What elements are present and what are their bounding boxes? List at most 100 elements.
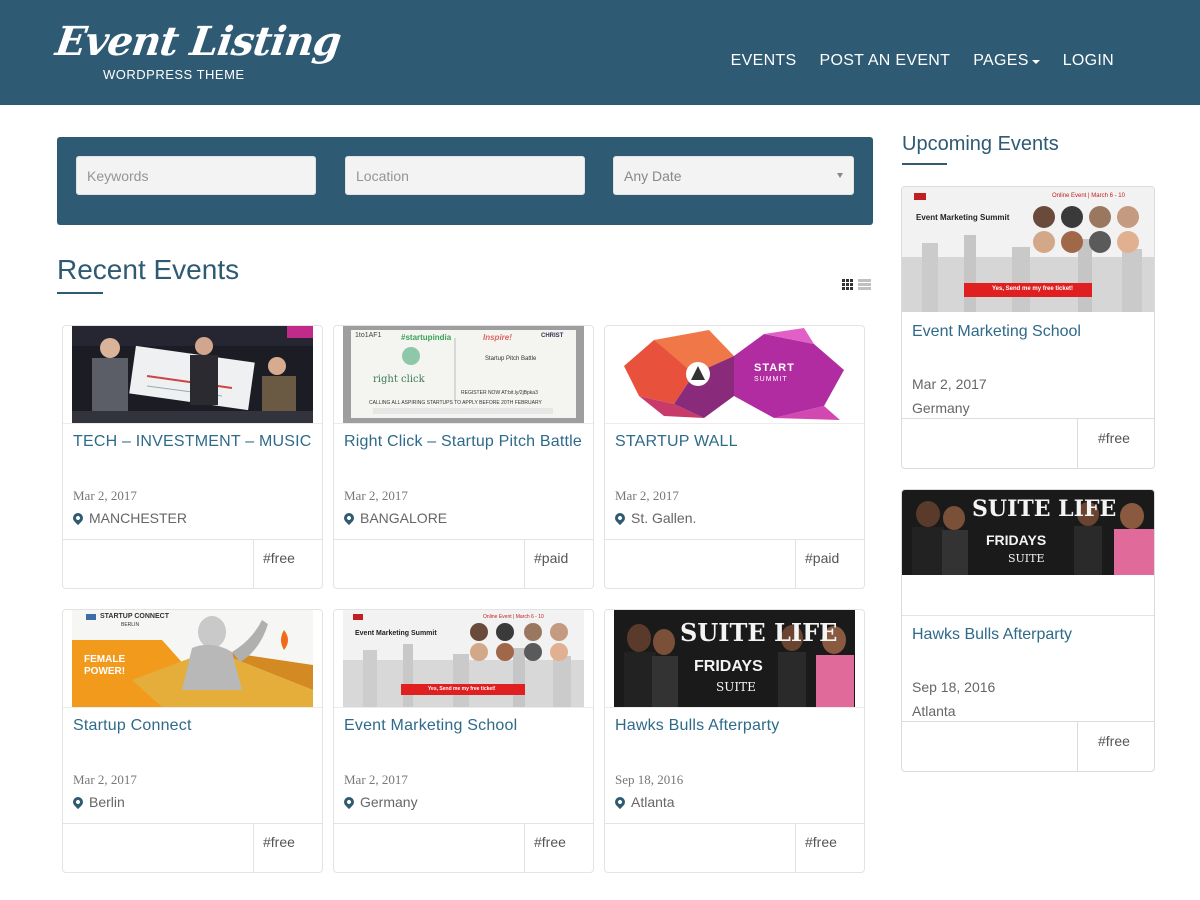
event-location-text: Berlin bbox=[89, 794, 125, 810]
upcoming-event-location: Atlanta bbox=[912, 703, 956, 719]
event-title[interactable]: Event Marketing School bbox=[344, 716, 584, 735]
nav-events[interactable]: EVENTS bbox=[731, 52, 797, 70]
map-pin-icon bbox=[70, 510, 86, 526]
event-footer: #paid bbox=[605, 539, 864, 588]
nav-login[interactable]: LOGIN bbox=[1063, 52, 1114, 70]
event-location: St. Gallen. bbox=[612, 510, 697, 526]
grid-view-icon[interactable] bbox=[842, 279, 855, 290]
image-text: START bbox=[754, 362, 795, 374]
image-text: REGISTER NOW AT:bit.ly/2jBpka3 bbox=[461, 390, 538, 396]
upcoming-event-image: SUITE LIFE FRIDAYS SUITE bbox=[902, 490, 1154, 575]
event-location-text: MANCHESTER bbox=[89, 510, 188, 526]
dropdown-arrow-icon bbox=[837, 173, 843, 178]
image-text: BERLIN bbox=[121, 622, 140, 628]
event-tag[interactable]: #paid bbox=[795, 540, 864, 588]
upcoming-event-title[interactable]: Event Marketing School bbox=[912, 323, 1081, 341]
upcoming-event-date: Mar 2, 2017 bbox=[912, 376, 987, 392]
event-location-text: Atlanta bbox=[631, 794, 675, 810]
event-title[interactable]: Startup Connect bbox=[73, 716, 313, 735]
image-text: Yes, Send me my free ticket! bbox=[428, 686, 496, 692]
event-tag[interactable]: #paid bbox=[524, 540, 593, 588]
image-text: POWER! bbox=[84, 666, 126, 677]
image-text: Online Event | March 6 - 10 bbox=[1052, 193, 1125, 199]
event-location-text: St. Gallen. bbox=[631, 510, 697, 526]
event-location: Berlin bbox=[70, 794, 125, 810]
main-nav: EVENTS POST AN EVENT PAGES LOGIN bbox=[731, 52, 1114, 70]
event-location-text: BANGALORE bbox=[360, 510, 448, 526]
upcoming-event-location: Germany bbox=[912, 400, 970, 416]
event-location: BANGALORE bbox=[341, 510, 448, 526]
event-footer: #free bbox=[63, 539, 322, 588]
image-text: Startup Pitch Battle bbox=[485, 356, 537, 362]
event-card[interactable]: STARTUP CONNECT BERLIN FEMALE POWER! Sta… bbox=[62, 609, 323, 873]
caret-down-icon bbox=[1031, 60, 1040, 64]
nav-pages[interactable]: PAGES bbox=[973, 52, 1040, 70]
event-tag[interactable]: #free bbox=[253, 540, 322, 588]
event-tag[interactable]: #free bbox=[253, 824, 322, 872]
event-title[interactable]: Hawks Bulls Afterparty bbox=[615, 716, 855, 735]
map-pin-icon bbox=[612, 794, 628, 810]
list-view-icon[interactable] bbox=[858, 279, 871, 290]
date-select[interactable]: Any Date bbox=[613, 156, 854, 195]
event-tag[interactable]: #free bbox=[524, 824, 593, 872]
image-text: STARTUP CONNECT bbox=[100, 613, 169, 620]
image-text: Event Marketing Summit bbox=[355, 630, 437, 637]
image-text: Online Event | March 6 - 10 bbox=[483, 614, 544, 620]
image-text: FEMALE bbox=[84, 654, 126, 665]
event-footer: #free bbox=[605, 823, 864, 872]
view-toggle bbox=[842, 279, 871, 290]
image-text: #startupindia bbox=[401, 333, 452, 342]
event-card[interactable]: START SUMMIT STARTUP WALL Mar 2, 2017 St… bbox=[604, 325, 865, 589]
upcoming-event-card[interactable]: SUITE LIFE FRIDAYS SUITE Hawks Bulls Aft… bbox=[901, 489, 1155, 772]
map-pin-icon bbox=[341, 510, 357, 526]
search-panel: Any Date bbox=[57, 137, 873, 225]
upcoming-event-tag[interactable]: #free bbox=[1077, 419, 1154, 468]
site-logo[interactable]: Event Listing WORDPRESS THEME bbox=[53, 18, 344, 88]
date-select-value: Any Date bbox=[624, 167, 682, 184]
event-date: Mar 2, 2017 bbox=[344, 488, 408, 503]
image-text: CHRIST bbox=[541, 333, 564, 339]
event-card[interactable]: SUITE LIFE FRIDAYS SUITE Hawks Bulls Aft… bbox=[604, 609, 865, 873]
keywords-input[interactable] bbox=[76, 156, 316, 195]
event-footer: #free bbox=[334, 823, 593, 872]
upcoming-event-card[interactable]: Event Marketing Summit Online Event | Ma… bbox=[901, 186, 1155, 469]
upcoming-event-tag[interactable]: #free bbox=[1077, 722, 1154, 771]
nav-pages-label: PAGES bbox=[973, 52, 1029, 69]
event-image: 1to1AF1 #startupindia Inspire! CHRIST ri… bbox=[343, 326, 584, 423]
event-title[interactable]: STARTUP WALL bbox=[615, 432, 855, 451]
event-card[interactable]: TECH – INVESTMENT – MUSIC Mar 2, 2017 MA… bbox=[62, 325, 323, 589]
image-text: 1to1AF1 bbox=[355, 332, 382, 339]
event-date: Mar 2, 2017 bbox=[73, 772, 137, 787]
event-image: SUITE LIFE FRIDAYS SUITE bbox=[614, 610, 855, 707]
image-text: right click bbox=[373, 374, 425, 385]
event-image: START SUMMIT bbox=[614, 326, 855, 423]
site-header: Event Listing WORDPRESS THEME EVENTS POS… bbox=[0, 0, 1200, 105]
event-card[interactable]: 1to1AF1 #startupindia Inspire! CHRIST ri… bbox=[333, 325, 594, 589]
event-date: Mar 2, 2017 bbox=[344, 772, 408, 787]
event-date: Mar 2, 2017 bbox=[73, 488, 137, 503]
divider bbox=[902, 615, 1154, 616]
event-footer: #free bbox=[63, 823, 322, 872]
location-input[interactable] bbox=[345, 156, 585, 195]
event-date: Sep 18, 2016 bbox=[615, 772, 684, 787]
image-text: CALLING ALL ASPIRING STARTUPS TO APPLY B… bbox=[369, 400, 542, 406]
event-date: Mar 2, 2017 bbox=[615, 488, 679, 503]
event-title[interactable]: Right Click – Startup Pitch Battle bbox=[344, 432, 584, 451]
sidebar-title-underline bbox=[902, 163, 947, 165]
event-title[interactable]: TECH – INVESTMENT – MUSIC bbox=[73, 432, 313, 451]
event-tag[interactable]: #free bbox=[795, 824, 864, 872]
upcoming-event-title[interactable]: Hawks Bulls Afterparty bbox=[912, 626, 1072, 644]
map-pin-icon bbox=[341, 794, 357, 810]
map-pin-icon bbox=[612, 510, 628, 526]
section-title-recent: Recent Events bbox=[57, 254, 240, 285]
event-image: Event Marketing Summit Online Event | Ma… bbox=[343, 610, 584, 707]
title-underline bbox=[57, 292, 103, 294]
event-card[interactable]: Event Marketing Summit Online Event | Ma… bbox=[333, 609, 594, 873]
upcoming-event-footer: #free bbox=[902, 418, 1154, 468]
sidebar-title: Upcoming Events bbox=[902, 133, 1059, 155]
nav-post-event[interactable]: POST AN EVENT bbox=[819, 52, 950, 70]
image-text: Inspire! bbox=[483, 333, 512, 342]
image-text: Event Marketing Summit bbox=[916, 213, 1010, 222]
image-text: SUITE LIFE bbox=[972, 496, 1117, 522]
upcoming-event-image: Event Marketing Summit Online Event | Ma… bbox=[902, 187, 1154, 312]
